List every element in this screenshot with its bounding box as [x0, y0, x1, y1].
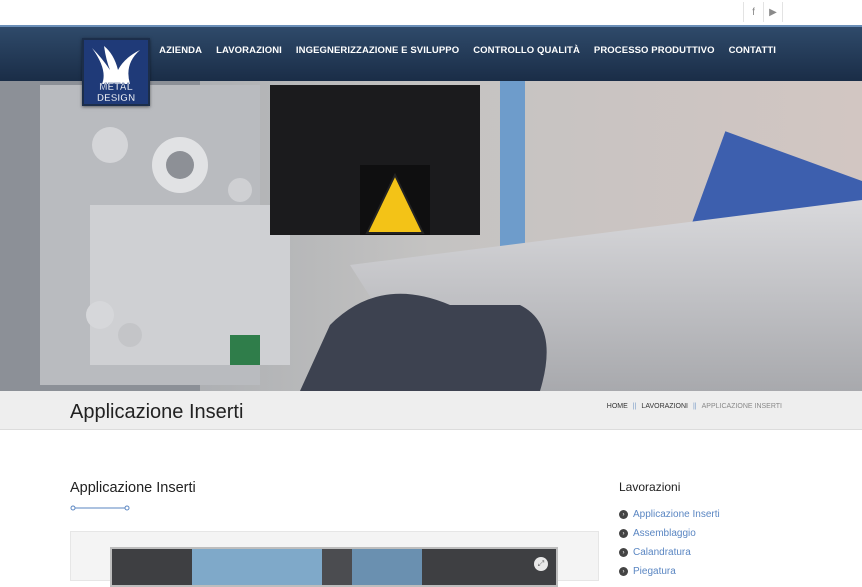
page-title: Applicazione Inserti	[70, 401, 244, 423]
breadcrumb-home[interactable]: HOME	[607, 403, 628, 410]
metal-design-logo[interactable]: METAL DESIGN	[82, 38, 150, 106]
nav-azienda[interactable]: AZIENDA	[159, 45, 202, 56]
content-title: Applicazione Inserti	[70, 480, 196, 496]
nav-lavorazioni[interactable]: LAVORAZIONI	[216, 45, 282, 56]
sidebar-item-piegatura[interactable]: › Piegatura	[619, 562, 720, 581]
sidebar-title: Lavorazioni	[619, 480, 681, 494]
sidebar-item-calandratura[interactable]: › Calandratura	[619, 543, 720, 562]
svg-text:METAL: METAL	[99, 82, 133, 93]
sidebar-item-label: Piegatura	[633, 566, 676, 577]
breadcrumb-separator: ||	[632, 403, 637, 410]
sidebar-item-assemblaggio[interactable]: › Assemblaggio	[619, 524, 720, 543]
sidebar-item-label: Calandratura	[633, 547, 691, 558]
expand-icon[interactable]: ⤢	[534, 557, 548, 571]
nav-controllo-qualita[interactable]: CONTROLLO QUALITÀ	[473, 45, 580, 56]
nav-processo-produttivo[interactable]: PROCESSO PRODUTTIVO	[594, 45, 715, 56]
chevron-right-icon: ›	[619, 510, 628, 519]
chevron-right-icon: ›	[619, 529, 628, 538]
sidebar-item-label: Applicazione Inserti	[633, 509, 720, 520]
breadcrumb-current: APPLICAZIONE INSERTI	[701, 403, 782, 410]
facebook-icon[interactable]: f	[743, 2, 763, 22]
chevron-right-icon: ›	[619, 567, 628, 576]
youtube-icon[interactable]: ▶	[763, 2, 783, 22]
gallery-image[interactable]	[110, 547, 558, 587]
chevron-right-icon: ›	[619, 548, 628, 557]
nav-ingegnerizzazione[interactable]: INGEGNERIZZAZIONE E SVILUPPO	[296, 45, 459, 56]
breadcrumb: HOME || LAVORAZIONI || APPLICAZIONE INSE…	[607, 403, 782, 410]
svg-text:DESIGN: DESIGN	[97, 93, 135, 104]
sidebar-item-label: Assemblaggio	[633, 528, 696, 539]
main-menu: AZIENDA LAVORAZIONI INGEGNERIZZAZIONE E …	[159, 45, 776, 56]
nav-contatti[interactable]: CONTATTI	[729, 45, 776, 56]
top-bar	[0, 0, 862, 25]
sidebar-item-applicazione-inserti[interactable]: › Applicazione Inserti	[619, 505, 720, 524]
title-divider	[70, 505, 130, 511]
breadcrumb-separator: ||	[692, 403, 697, 410]
sidebar-list: › Applicazione Inserti › Assemblaggio › …	[619, 505, 720, 581]
breadcrumb-lavorazioni[interactable]: LAVORAZIONI	[641, 403, 688, 410]
